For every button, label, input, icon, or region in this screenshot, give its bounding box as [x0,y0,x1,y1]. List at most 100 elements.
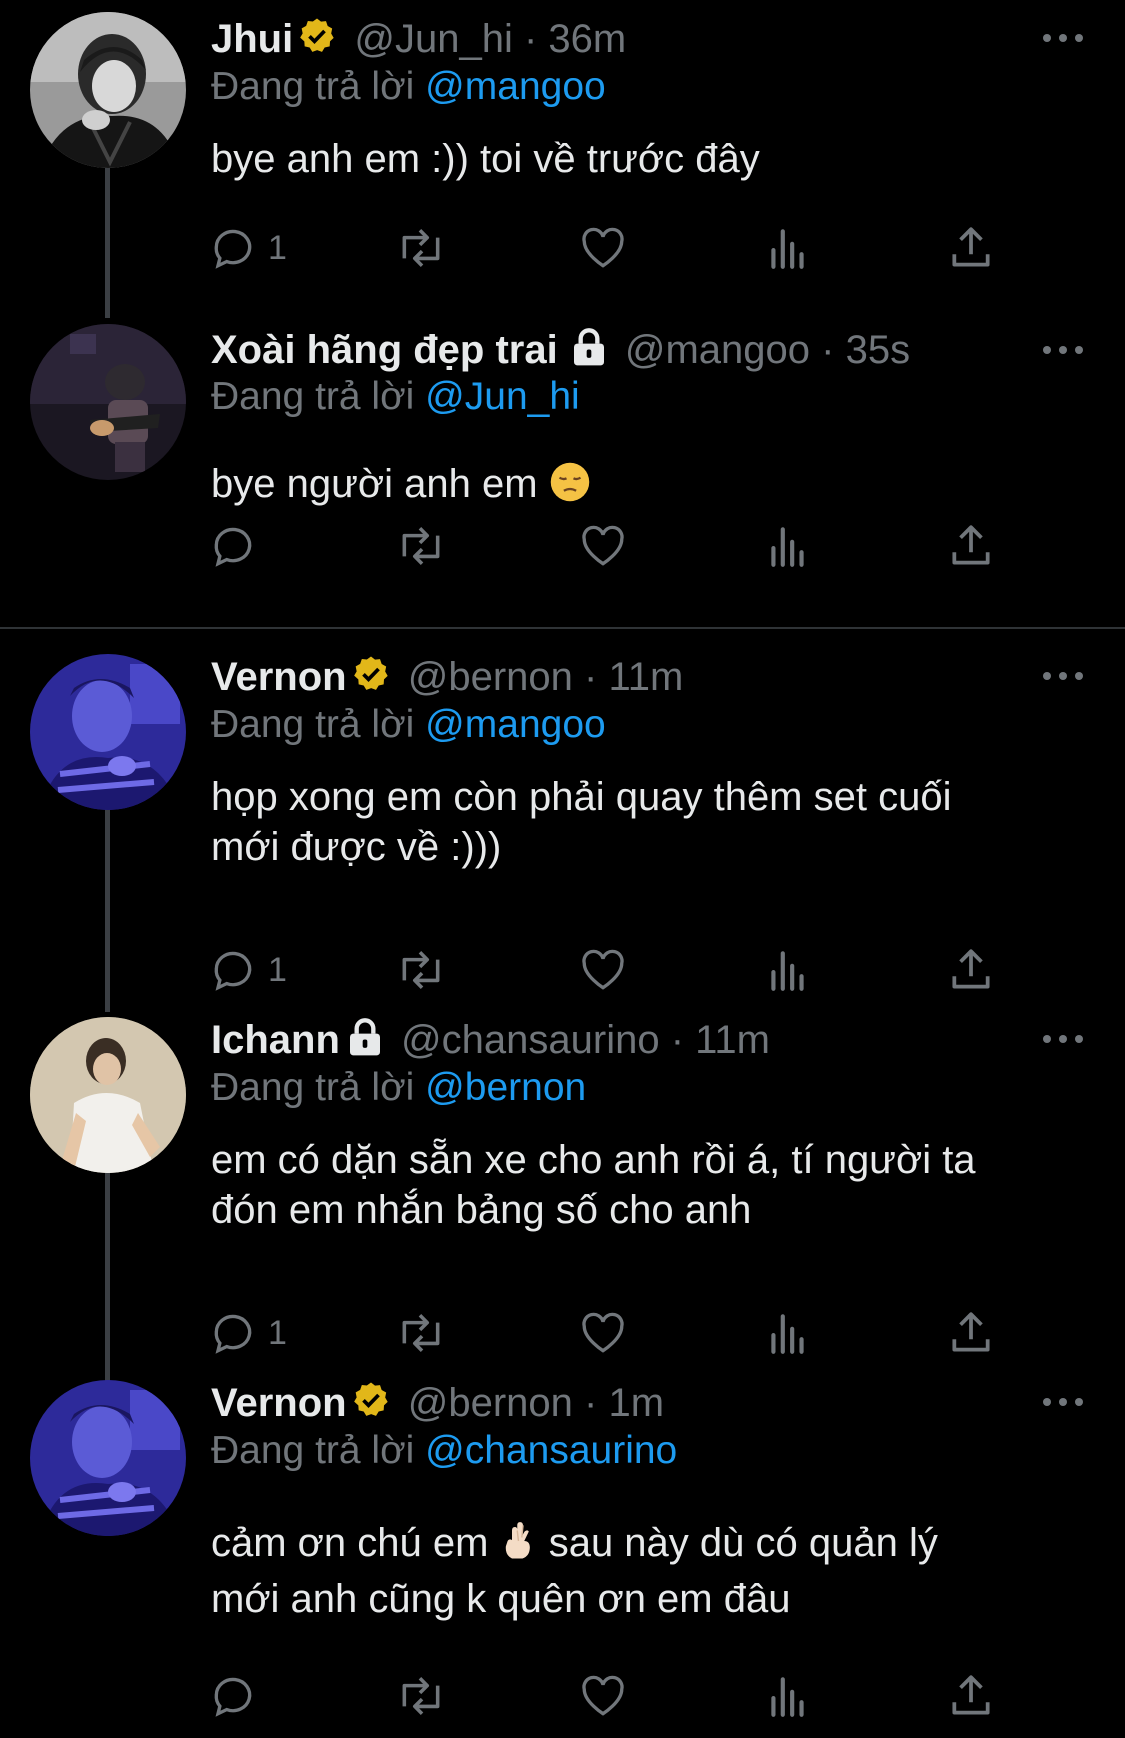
reply-button[interactable]: 1 [208,220,287,276]
heart-icon [582,227,624,268]
tweet-text-line: cảm ơn chú em sau này dù có quản lý [211,1518,1071,1574]
more-options-icon[interactable] [1040,664,1086,688]
tweet-header: Jhui @Jun_hi · 36m [211,14,975,64]
display-name[interactable]: Vernon [211,655,347,699]
mention-link[interactable]: @mangoo [425,65,606,108]
separator-dot: · [821,328,835,372]
retweet-icon [402,951,440,989]
reply-icon [214,951,252,991]
handle[interactable]: @Jun_hi [354,17,512,61]
retweet-button[interactable] [393,942,449,998]
more-options-icon[interactable] [1040,1027,1086,1051]
timestamp[interactable]: 1m [608,1381,664,1425]
timestamp[interactable]: 11m [608,655,683,699]
share-icon [952,1675,990,1715]
mention-link[interactable]: @bernon [425,1066,586,1109]
reply-prefix: Đang trả lời [211,65,415,108]
analytics-button[interactable] [763,1305,813,1361]
share-button[interactable] [946,220,996,276]
retweet-button[interactable] [393,1305,449,1361]
handle[interactable]: @bernon [408,655,573,699]
tweet-header: Xoài hãng đẹp trai @mangoo · 35s [211,325,975,375]
display-name[interactable]: Jhui [211,17,293,61]
avatar[interactable] [30,1017,186,1173]
tweet-text-line: họp xong em còn phải quay thêm set cuối [211,775,952,819]
reply-thread: Jhui @Jun_hi · 36m Đang trả lời @mangoo … [0,0,1125,1738]
avatar[interactable] [30,654,186,810]
reply-prefix: Đang trả lời [211,1429,415,1472]
tweet[interactable]: Xoài hãng đẹp trai @mangoo · 35s Đang tr… [0,312,1125,622]
like-button[interactable] [578,518,628,574]
handle[interactable]: @mangoo [625,328,810,372]
display-name[interactable]: Vernon [211,1381,347,1425]
timestamp[interactable]: 36m [548,17,626,61]
mention-link[interactable]: @chansaurino [425,1429,677,1472]
analytics-button[interactable] [763,942,813,998]
replying-to: Đang trả lời @mangoo [211,700,606,750]
like-button[interactable] [578,220,628,276]
reply-icon [214,229,252,269]
mention-link[interactable]: @Jun_hi [425,375,580,418]
analytics-button[interactable] [763,1668,813,1724]
heart-icon [582,525,624,566]
separator-dot: · [584,1381,598,1425]
reply-icon [214,527,252,567]
heart-icon [582,949,624,990]
analytics-icon [771,527,804,567]
tweet-text-line: mới anh cũng k quên ơn em đâu [211,1577,791,1621]
tweet-text-line: em có dặn sẵn xe cho anh rồi á, tí người… [211,1138,976,1182]
reply-button[interactable]: 1 [208,942,287,998]
tweet[interactable]: Vernon @bernon · 1m Đang trả lời @chansa… [0,1366,1125,1738]
share-button[interactable] [946,518,996,574]
tweet[interactable]: Vernon @bernon · 11m Đang trả lời @mango… [0,640,1125,1012]
tweet[interactable]: Ichann @chansaurino · 11m Đang trả lời @… [0,1003,1125,1381]
reply-count: 1 [268,1313,287,1352]
retweet-button[interactable] [393,518,449,574]
share-button[interactable] [946,1305,996,1361]
tweet[interactable]: Jhui @Jun_hi · 36m Đang trả lời @mangoo … [0,0,1125,318]
action-bar [208,518,1008,574]
share-button[interactable] [946,942,996,998]
analytics-button[interactable] [763,518,813,574]
avatar[interactable] [30,12,186,168]
like-button[interactable] [578,1668,628,1724]
timestamp[interactable]: 11m [695,1018,770,1062]
timestamp[interactable]: 35s [846,328,911,372]
tweet-text-segment: cảm ơn chú em [211,1521,489,1565]
replying-to: Đang trả lời @Jun_hi [211,372,580,422]
retweet-button[interactable] [393,1668,449,1724]
verified-badge-icon [297,16,337,64]
share-icon [952,525,990,565]
more-options-icon[interactable] [1040,338,1086,362]
reply-icon [214,1677,252,1717]
replying-to: Đang trả lời @mangoo [211,62,606,112]
handle[interactable]: @chansaurino [401,1018,660,1062]
analytics-button[interactable] [763,220,813,276]
avatar[interactable] [30,1380,186,1536]
handle[interactable]: @bernon [408,1381,573,1425]
tweet-text: bye anh em :)) toi về trước đây [211,137,760,181]
reply-prefix: Đang trả lời [211,375,415,418]
lock-icon [570,327,608,375]
retweet-button[interactable] [393,220,449,276]
action-bar [208,1668,1008,1724]
display-name[interactable]: Xoài hãng đẹp trai [211,328,558,372]
reply-button[interactable] [208,1668,268,1724]
like-button[interactable] [578,1305,628,1361]
retweet-icon [402,1314,440,1352]
replying-to: Đang trả lời @bernon [211,1063,586,1113]
lock-icon [346,1017,384,1065]
reply-prefix: Đang trả lời [211,703,415,746]
more-options-icon[interactable] [1040,26,1086,50]
display-name[interactable]: Ichann [211,1018,340,1062]
reply-button[interactable]: 1 [208,1305,287,1361]
separator-dot: · [670,1018,685,1062]
like-button[interactable] [578,942,628,998]
thread-line [105,784,110,1012]
avatar[interactable] [30,324,186,480]
share-button[interactable] [946,1668,996,1724]
mention-link[interactable]: @mangoo [425,703,606,746]
more-options-icon[interactable] [1040,1390,1086,1414]
reply-button[interactable] [208,518,268,574]
retweet-icon [402,527,440,565]
